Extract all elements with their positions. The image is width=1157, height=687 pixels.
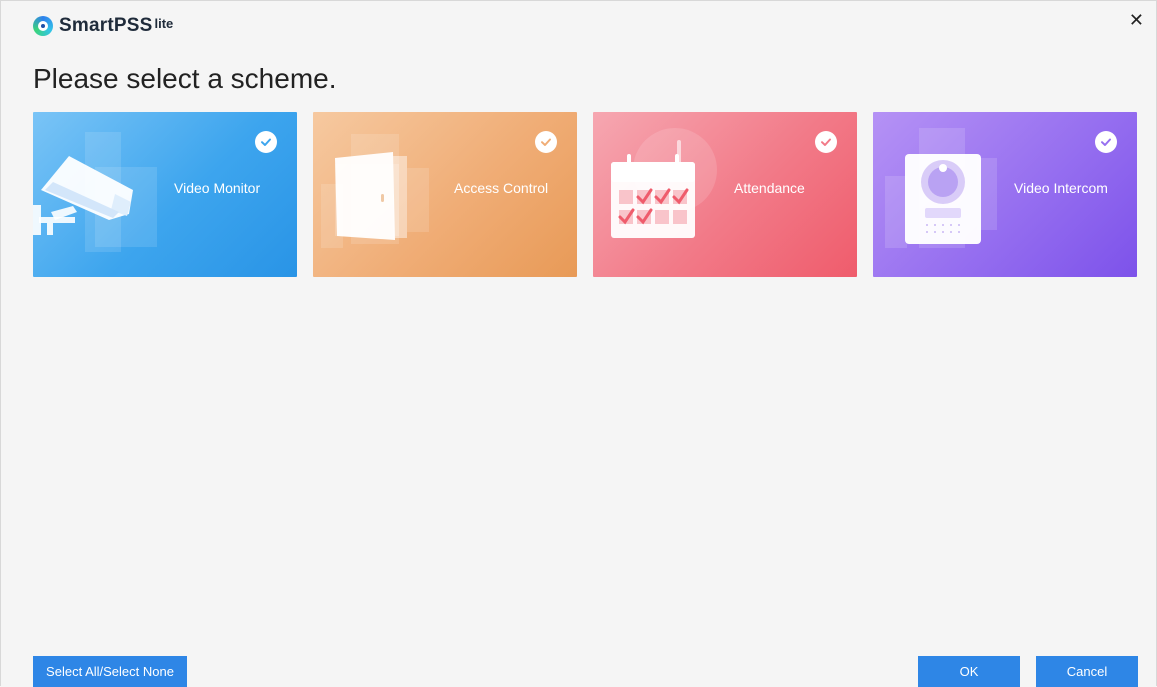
scheme-card-video-monitor[interactable]: Video Monitor [33,112,297,277]
checkmark-icon[interactable] [815,131,837,153]
app-logo: SmartPSS lite [33,15,173,37]
page-title: Please select a scheme. [33,63,337,94]
close-button[interactable]: ✕ [1129,11,1144,29]
scheme-cards: Video Monitor Access Control Attendance … [33,112,1137,277]
scheme-card-video-intercom[interactable]: Video Intercom [873,112,1137,277]
scheme-label: Video Intercom [1014,180,1108,196]
logo-superscript: lite [154,15,174,31]
smartpss-logo-icon [33,16,53,36]
scheme-card-access-control[interactable]: Access Control [313,112,577,277]
scheme-label: Access Control [454,180,549,196]
logo-text: SmartPSS [59,15,153,36]
scheme-label: Attendance [734,180,805,196]
close-icon: ✕ [1128,10,1144,30]
ok-button[interactable]: OK [918,656,1020,687]
scheme-selection-window: SmartPSS lite ✕ Please select a scheme. … [0,0,1157,687]
select-all-button[interactable]: Select All/Select None [33,656,187,687]
cancel-button[interactable]: Cancel [1036,656,1138,687]
checkmark-icon[interactable] [255,131,277,153]
scheme-label: Video Monitor [174,180,261,196]
scheme-card-attendance[interactable]: Attendance [593,112,857,277]
checkmark-icon[interactable] [535,131,557,153]
checkmark-icon[interactable] [1095,131,1117,153]
